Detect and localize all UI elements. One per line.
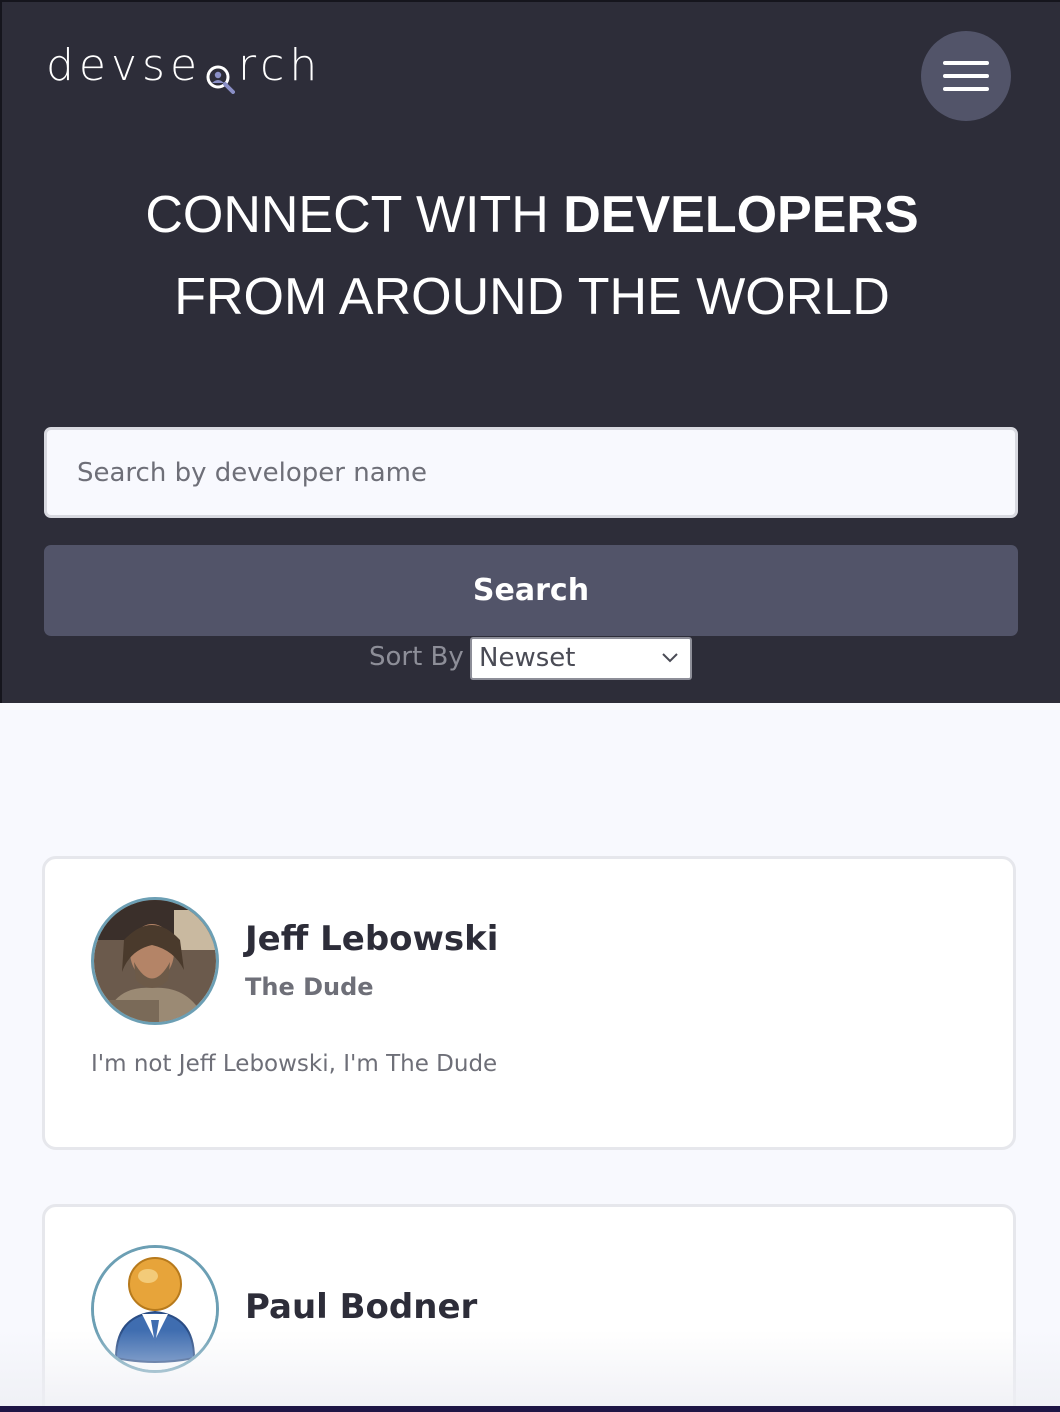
sort-selected-value: Newset [479,643,576,673]
headline-line1-bold: DEVELOPERS [563,186,919,244]
headline-line2: FROM AROUND THE WORLD [174,268,890,326]
hamburger-menu-button[interactable] [921,31,1011,121]
developer-search-input[interactable] [44,427,1018,518]
developer-title: The Dude [245,973,374,1001]
hero-header: devse rch CONNECT WITH DEVELOPERS FROM A… [0,0,1060,703]
developer-card[interactable]: Jeff Lebowski The Dude I'm not Jeff Lebo… [42,856,1016,1150]
search-button[interactable]: Search [44,545,1018,636]
sort-by-label: Sort By [369,642,464,672]
devsearch-logo[interactable]: devse rch [46,40,323,94]
logo-text-right: rch [238,40,323,91]
sort-by-select[interactable]: Newset [470,637,692,680]
default-user-icon [94,1248,216,1370]
avatar [91,1245,219,1373]
window-bottom-edge [0,1406,1060,1412]
avatar [91,897,219,1025]
magnifier-user-icon [205,54,236,94]
profile-photo-icon [94,900,216,1022]
hero-headline: CONNECT WITH DEVELOPERS FROM AROUND THE … [2,174,1060,338]
developer-bio: I'm not Jeff Lebowski, I'm The Dude [91,1051,498,1077]
hamburger-menu-icon [943,61,989,65]
chevron-down-icon [662,653,678,663]
developer-name: Jeff Lebowski [245,919,499,959]
headline-line1-light: CONNECT WITH [145,186,564,244]
developer-card[interactable]: Paul Bodner [42,1204,1016,1412]
developer-name: Paul Bodner [245,1287,478,1327]
logo-text-left: devse [46,40,203,91]
